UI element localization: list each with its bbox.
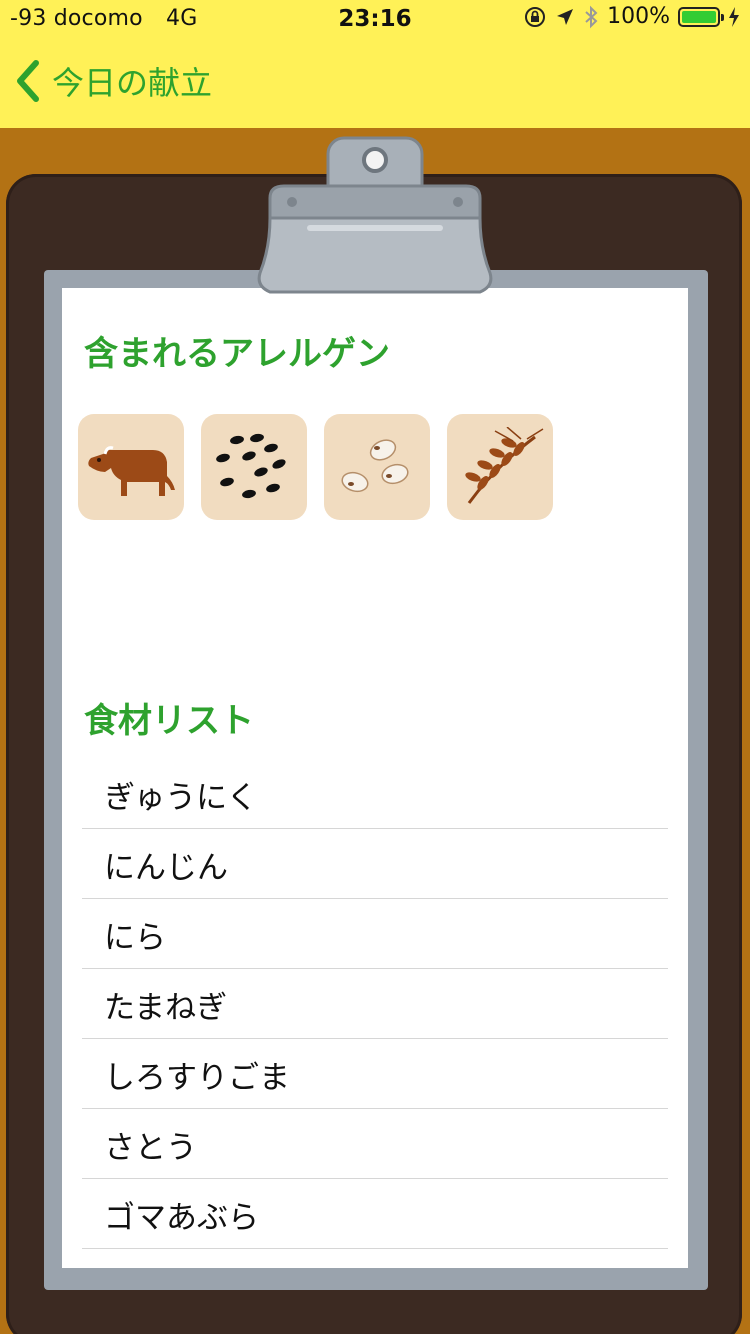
navigation-bar: 今日の献立 bbox=[0, 40, 750, 128]
charging-bolt-icon bbox=[729, 6, 739, 27]
back-button[interactable]: 今日の献立 bbox=[14, 58, 212, 104]
allergen-tile-soybean[interactable] bbox=[324, 414, 430, 520]
status-bar: -93 docomo 4G 23:16 100% bbox=[0, 0, 750, 40]
allergen-icon-row bbox=[78, 414, 553, 520]
ingredient-section-title: 食材リスト bbox=[84, 701, 254, 741]
back-button-label: 今日の献立 bbox=[52, 64, 213, 102]
list-item[interactable]: にんじん bbox=[82, 830, 668, 899]
list-item[interactable]: ぎゅうにく bbox=[82, 760, 668, 829]
chevron-left-icon bbox=[17, 60, 39, 102]
sesame-icon bbox=[216, 433, 286, 499]
allergen-tile-wheat[interactable] bbox=[447, 414, 553, 520]
rotation-lock-icon bbox=[525, 6, 546, 27]
list-item[interactable]: ゴマあぶら bbox=[82, 1180, 668, 1249]
battery-percent: 100% bbox=[607, 4, 670, 29]
location-arrow-icon bbox=[557, 8, 574, 25]
battery-icon bbox=[678, 6, 724, 27]
soybean-icon bbox=[341, 439, 409, 493]
allergen-tile-sesame[interactable] bbox=[201, 414, 307, 520]
bluetooth-icon bbox=[585, 5, 598, 28]
list-item[interactable]: しろすりごま bbox=[82, 1040, 668, 1109]
list-item[interactable]: たまねぎ bbox=[82, 970, 668, 1039]
list-item[interactable]: にら bbox=[82, 900, 668, 969]
beef-icon bbox=[88, 446, 175, 496]
list-item[interactable]: さとう bbox=[82, 1110, 668, 1179]
status-right: 100% bbox=[523, 4, 740, 29]
clipboard-clip-icon bbox=[257, 136, 493, 294]
wheat-icon bbox=[465, 427, 544, 504]
top-bar: -93 docomo 4G 23:16 100% 今日の献立 bbox=[0, 0, 750, 128]
ingredient-list: ぎゅうにく にんじん にら たまねぎ しろすりごま さとう ゴマあぶら bbox=[82, 760, 668, 1250]
allergen-tile-beef[interactable] bbox=[78, 414, 184, 520]
allergen-section-title: 含まれるアレルゲン bbox=[84, 334, 390, 374]
